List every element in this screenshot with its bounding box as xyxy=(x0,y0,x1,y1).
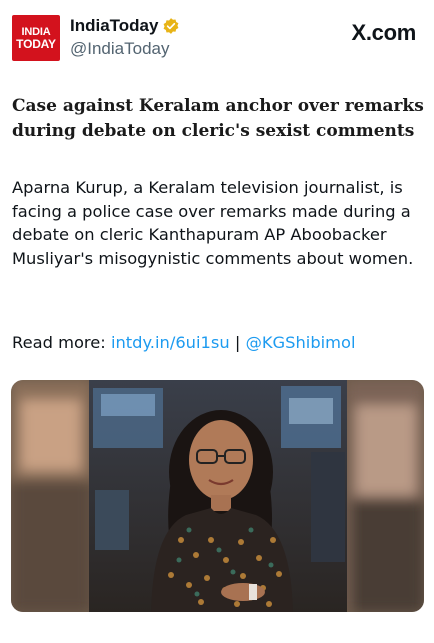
verified-badge-icon xyxy=(162,17,180,35)
account-info[interactable]: IndiaToday @IndiaToday xyxy=(70,16,180,59)
account-handle[interactable]: @IndiaToday xyxy=(70,39,180,59)
post-headline: Case against Keralam anchor over remarks… xyxy=(12,96,424,141)
anchor-photo xyxy=(11,380,424,612)
post-header: INDIA TODAY IndiaToday @IndiaToday X.com xyxy=(0,0,434,72)
mention-link[interactable]: @KGShibimol xyxy=(246,333,356,352)
article-link[interactable]: intdy.in/6ui1su xyxy=(111,333,230,352)
india-today-logo[interactable]: INDIA TODAY xyxy=(12,15,60,61)
post-body: Aparna Kurup, a Keralam television journ… xyxy=(12,178,414,268)
display-name[interactable]: IndiaToday xyxy=(70,16,158,36)
separator: | xyxy=(234,333,241,352)
logo-text-today: TODAY xyxy=(16,37,56,51)
post-image[interactable] xyxy=(11,380,424,612)
site-label: X.com xyxy=(351,20,416,45)
name-row: IndiaToday xyxy=(70,16,180,36)
read-more-label: Read more: xyxy=(12,333,106,352)
read-more-line: Read more: intdy.in/6ui1su | @KGShibimol xyxy=(12,331,356,354)
